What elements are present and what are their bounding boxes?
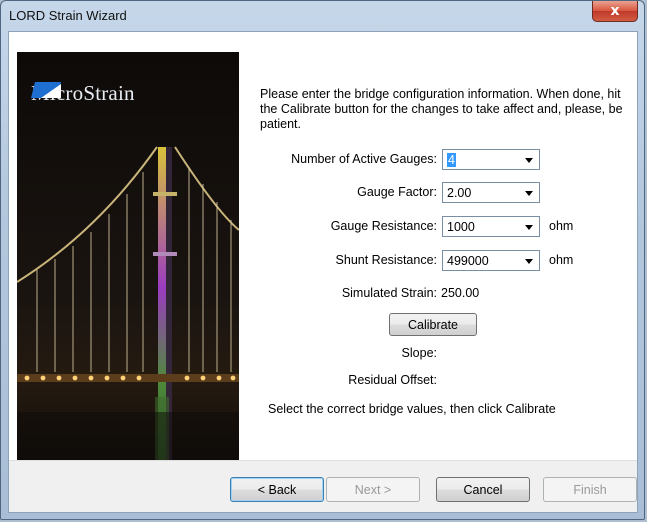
calibrate-hint: Select the correct bridge values, then c…	[268, 402, 556, 416]
chevron-down-icon	[525, 158, 533, 163]
next-button-label: Next >	[354, 482, 392, 497]
chevron-down-icon	[525, 225, 533, 230]
bridge-illustration	[17, 146, 239, 460]
chevron-down-icon	[525, 259, 533, 264]
close-icon: x	[610, 3, 620, 19]
finish-button[interactable]: Finish	[543, 477, 637, 502]
cancel-button-label: Cancel	[463, 482, 503, 497]
shunt-resistance-label: Shunt Resistance:	[335, 253, 437, 267]
gauge-resistance-combo[interactable]: 1000	[442, 216, 540, 237]
wizard-window: LORD Strain Wizard x MicroStrain Please …	[0, 0, 645, 520]
active-gauges-combo[interactable]: 4	[442, 149, 540, 170]
simulated-strain-value: 250.00	[441, 286, 480, 300]
cancel-button[interactable]: Cancel	[436, 477, 530, 502]
back-button[interactable]: < Back	[230, 477, 324, 502]
gauge-factor-value: 2.00	[447, 186, 472, 200]
gauge-factor-combo[interactable]: 2.00	[442, 182, 540, 203]
shunt-resistance-value: 499000	[447, 254, 489, 268]
wizard-client-area: MicroStrain Please enter the bridge conf…	[8, 31, 638, 513]
microstrain-logo: MicroStrain	[31, 80, 231, 106]
gauge-resistance-label: Gauge Resistance:	[330, 219, 437, 233]
next-button[interactable]: Next >	[326, 477, 420, 502]
active-gauges-value: 4	[447, 153, 456, 167]
bridge-banner-image: MicroStrain	[17, 52, 239, 460]
calibrate-button[interactable]: Calibrate	[389, 313, 477, 336]
finish-button-label: Finish	[573, 482, 607, 497]
shunt-resistance-combo[interactable]: 499000	[442, 250, 540, 271]
wizard-page: MicroStrain Please enter the bridge conf…	[9, 32, 637, 460]
gauge-resistance-unit: ohm	[549, 219, 574, 233]
residual-offset-label: Residual Offset:	[348, 373, 437, 387]
window-title: LORD Strain Wizard	[9, 8, 127, 23]
simulated-strain-label: Simulated Strain:	[341, 286, 437, 300]
chevron-down-icon	[525, 191, 533, 196]
gauge-factor-label: Gauge Factor:	[357, 185, 437, 199]
close-button[interactable]: x	[592, 1, 638, 22]
gauge-resistance-value: 1000	[447, 220, 475, 234]
footer-divider	[9, 460, 637, 461]
back-button-label: < Back	[257, 482, 297, 497]
slope-label: Slope:	[401, 346, 437, 360]
microstrain-logo-icon	[31, 82, 61, 98]
title-bar[interactable]: LORD Strain Wizard x	[1, 1, 644, 31]
active-gauges-label: Number of Active Gauges:	[291, 152, 437, 166]
calibrate-button-label: Calibrate	[407, 317, 459, 332]
shunt-resistance-unit: ohm	[549, 253, 574, 267]
intro-text: Please enter the bridge configuration in…	[260, 87, 623, 131]
